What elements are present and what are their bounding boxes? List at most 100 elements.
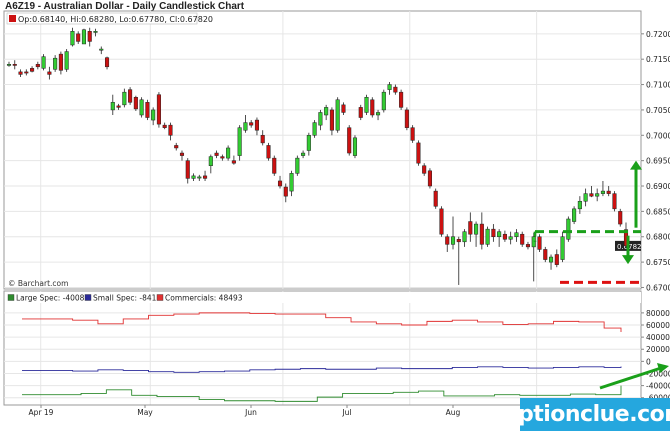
candle-up [497,231,502,237]
candle-up [289,173,294,192]
candle-up [450,236,456,245]
candle-down [156,94,161,125]
ohlc-readout: Op:0.68140, Hi:0.68280, Lo:0.67780, Cl:0… [18,15,213,24]
legend-swatch [84,294,92,301]
candle-down [341,104,346,113]
candle-up [81,29,87,45]
cot-tick-label: 0 [646,357,651,366]
candle-down [347,127,352,154]
candle [64,49,69,72]
candle-down [502,233,507,240]
candle [485,226,490,247]
x-tick-label: Aug [446,408,461,417]
candle-down [479,223,484,245]
candle-up [53,57,58,70]
candle-up [352,137,358,156]
watermark-logo: optionclue.com [503,398,670,431]
candle-down [589,193,594,197]
price-tick-label: 0.70500 [646,106,670,115]
candle-up [151,109,156,121]
candle-down [329,109,334,131]
candle-down [537,236,542,250]
candle-down [18,71,23,75]
candle [133,95,138,111]
cot-tick-label: -40000 [646,382,670,391]
candle-down [24,71,29,74]
candle-down [174,145,179,149]
candle-down [422,165,427,174]
candle-up [583,193,588,202]
candle-down [618,211,623,225]
candle-down [249,122,254,126]
ohlc-swatch [9,15,16,22]
candle-down [128,89,133,103]
candle-up [243,122,248,131]
x-tick-label: Jul [341,408,351,417]
candle-up [301,152,306,156]
candle-up [99,48,104,51]
legend-label: Commercials: 48493 [165,294,243,303]
candle-up [364,96,369,113]
candle-down [393,86,398,93]
price-tick-label: 0.70000 [646,131,670,140]
last-price-label: 0.67820 [617,243,646,251]
candle-down [445,236,450,245]
candle-down [185,160,190,179]
candle-down [145,102,150,118]
candle [618,208,623,227]
cot-panel: 800006000040000200000-20000-40000-60000 … [3,290,670,406]
candle-up [295,157,300,174]
candle-down [266,145,271,159]
candle [439,206,444,237]
candle-up [70,31,75,46]
candle-down [410,127,415,141]
candle [347,125,352,156]
candle-down [220,156,225,159]
candle-down [456,239,461,243]
candle-down [491,228,496,237]
candle-down [283,186,288,197]
candle [433,188,438,209]
candle [312,120,317,138]
candle-up [376,112,381,116]
candle-up [237,127,242,156]
x-tick-label: Jun [244,408,257,417]
candle-down [370,99,375,116]
price-tick-label: 0.72000 [646,30,670,39]
candle-up [306,135,311,151]
candle-down [254,119,259,131]
candle-up [600,190,605,194]
candle-down [433,190,438,207]
candle [41,54,46,71]
price-tick-label: 0.68500 [646,207,670,216]
candle [399,89,404,110]
cot-tick-label: 20000 [646,345,670,354]
candle-down [47,71,52,75]
candle-down [358,107,363,118]
price-tick-label: 0.69000 [646,182,670,191]
cot-tick-label: 40000 [646,333,670,342]
candle-down [606,190,611,194]
candle-up [572,208,577,222]
candle-down [162,124,167,128]
candle-down [30,68,35,72]
cot-tick-label: 80000 [646,309,670,318]
candle [404,107,409,131]
candle-up [122,91,127,106]
candle [128,87,133,105]
credit-text: © Barchart.com [8,279,68,288]
legend-swatch [156,294,164,301]
cot-plot-area [3,290,642,406]
candle-down [87,31,92,42]
candle-down [399,91,404,108]
price-tick-label: 0.69500 [646,157,670,166]
candle-down [272,157,277,174]
candle-up [474,223,479,235]
candle-down [260,135,265,144]
candle-down [277,180,283,187]
candle-up [139,99,144,116]
price-tick-label: 0.67500 [646,258,670,267]
candle [156,92,161,128]
candle [612,191,617,212]
candle-up [387,84,392,90]
